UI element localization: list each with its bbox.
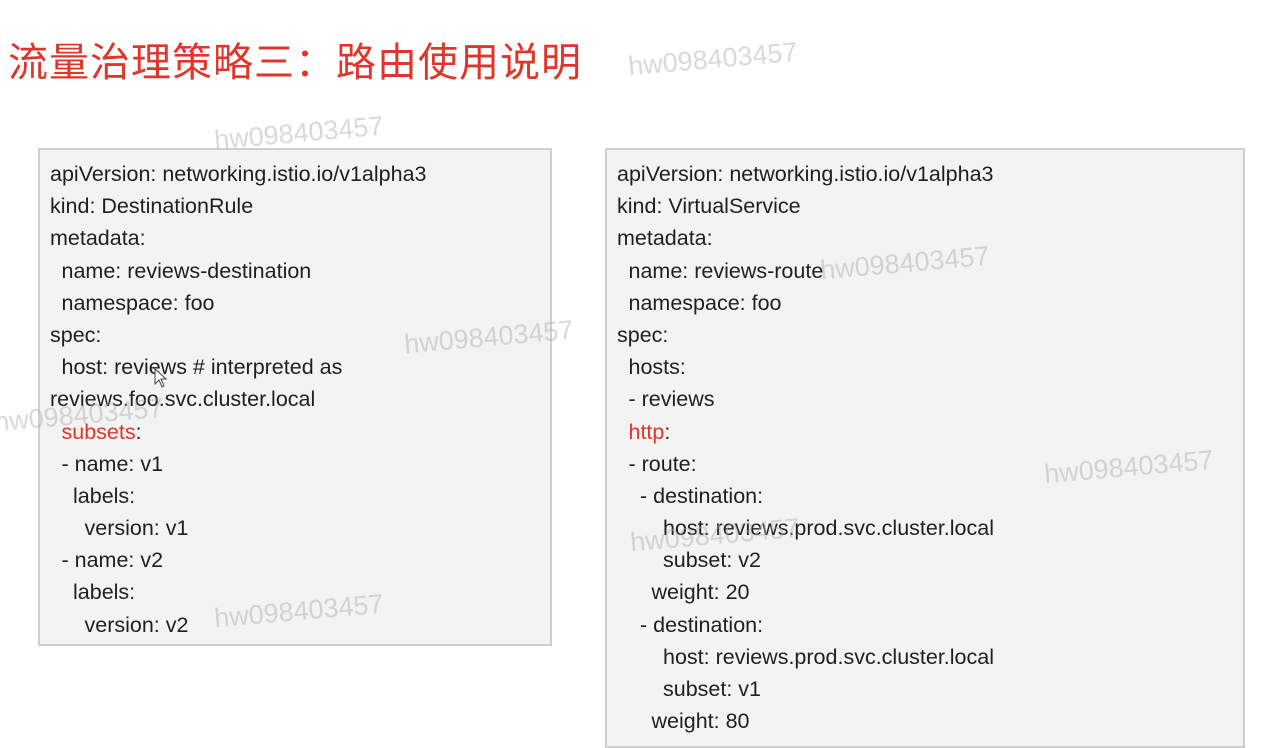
code-line: version: v2 <box>40 609 550 641</box>
code-text: spec: <box>50 322 102 347</box>
code-text: host: reviews # interpreted as <box>61 355 343 380</box>
code-line: subset: v2 <box>607 544 1243 576</box>
code-line: labels: <box>40 480 550 512</box>
code-line: host: reviews.prod.svc.cluster.local <box>607 641 1243 673</box>
code-line: apiVersion: networking.istio.io/v1alpha3 <box>607 158 1243 190</box>
destination-rule-code-block: apiVersion: networking.istio.io/v1alpha3… <box>38 148 552 646</box>
code-line: weight: 20 <box>607 576 1243 608</box>
code-keyword: http <box>628 419 665 444</box>
code-text: - destination: <box>640 612 764 637</box>
slide-title: 流量治理策略三：路由使用说明 <box>8 40 582 86</box>
code-line: name: reviews-route <box>607 255 1243 287</box>
code-line: weight: 80 <box>607 705 1243 737</box>
code-text: subset: v2 <box>663 548 761 573</box>
code-text: host: reviews.prod.svc.cluster.local <box>663 644 994 669</box>
code-line: - destination: <box>607 609 1243 641</box>
code-line: - destination: <box>607 480 1243 512</box>
code-text: weight: 80 <box>651 709 750 734</box>
code-text: labels: <box>73 483 136 508</box>
code-text: host: reviews.prod.svc.cluster.local <box>663 516 994 541</box>
code-line: host: reviews # interpreted as <box>40 351 550 383</box>
code-line: - name: v1 <box>40 448 550 480</box>
code-text: subset: v1 <box>663 677 761 701</box>
code-text: name: reviews-route <box>628 258 824 283</box>
code-keyword: subsets <box>61 419 136 444</box>
code-text: - destination: <box>640 483 764 508</box>
code-line: namespace: foo <box>40 287 550 319</box>
code-line: - reviews <box>607 383 1243 415</box>
code-line: metadata: <box>40 222 550 254</box>
code-line: spec: <box>40 319 550 351</box>
code-line: hosts: <box>607 351 1243 383</box>
code-text: version: v1 <box>84 516 189 541</box>
code-text: reviews.foo.svc.cluster.local <box>50 387 316 412</box>
code-text: apiVersion: networking.istio.io/v1alpha3 <box>617 162 994 186</box>
code-line: kind: VirtualService <box>607 190 1243 222</box>
code-line: labels: <box>40 576 550 608</box>
code-text-suffix: : <box>664 419 671 444</box>
code-line: name: reviews-destination <box>40 255 550 287</box>
code-line: spec: <box>607 319 1243 351</box>
virtual-service-code-block: apiVersion: networking.istio.io/v1alpha3… <box>605 148 1245 748</box>
code-text-suffix: : <box>135 419 142 444</box>
code-text: kind: DestinationRule <box>50 194 254 219</box>
code-text: version: v2 <box>84 612 189 637</box>
code-text: apiVersion: networking.istio.io/v1alpha3 <box>50 162 427 186</box>
code-line: host: reviews.prod.svc.cluster.local <box>607 512 1243 544</box>
code-text: name: reviews-destination <box>61 258 312 283</box>
code-text: namespace: foo <box>628 290 782 315</box>
code-text: spec: <box>617 322 669 347</box>
code-text: - name: v1 <box>61 451 164 476</box>
code-line: http: <box>607 416 1243 448</box>
code-text: namespace: foo <box>61 290 215 315</box>
code-line: subsets: <box>40 416 550 448</box>
code-text: labels: <box>73 580 136 605</box>
code-text: - route: <box>628 451 697 476</box>
code-line: metadata: <box>607 222 1243 254</box>
mouse-pointer-icon <box>154 368 168 388</box>
code-line: - route: <box>607 448 1243 480</box>
code-line: namespace: foo <box>607 287 1243 319</box>
code-line: version: v1 <box>40 512 550 544</box>
code-text: - name: v2 <box>61 548 164 573</box>
watermark: hw098403457 <box>626 36 799 82</box>
code-text: kind: VirtualService <box>617 194 801 219</box>
code-line: reviews.foo.svc.cluster.local <box>40 383 550 415</box>
code-line: - name: v2 <box>40 544 550 576</box>
code-line: apiVersion: networking.istio.io/v1alpha3 <box>40 158 550 190</box>
code-text: metadata: <box>617 226 713 251</box>
code-text: weight: 20 <box>651 580 750 605</box>
code-text: metadata: <box>50 226 146 251</box>
code-text: hosts: <box>628 355 686 380</box>
code-line: subset: v1 <box>607 673 1243 705</box>
code-line: kind: DestinationRule <box>40 190 550 222</box>
code-text: - reviews <box>628 387 715 412</box>
